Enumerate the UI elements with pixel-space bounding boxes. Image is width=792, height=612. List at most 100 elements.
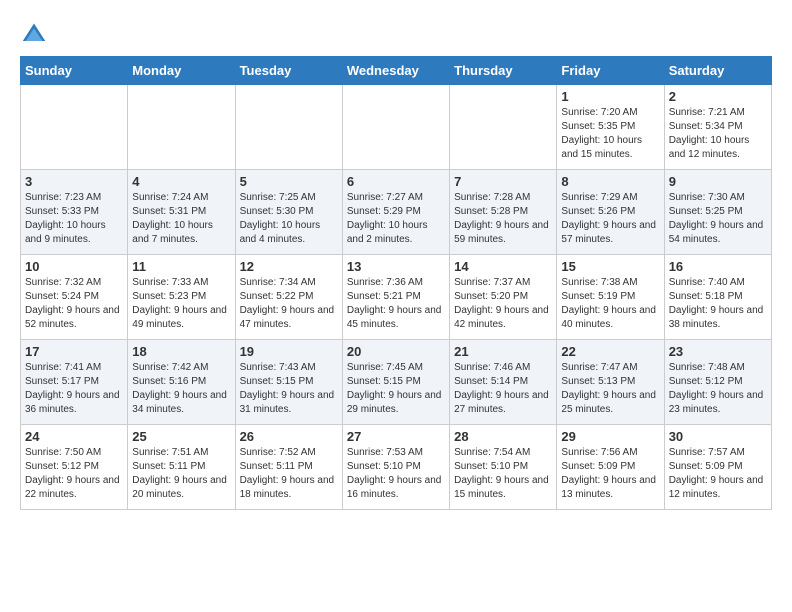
day-cell: 11 Sunrise: 7:33 AM Sunset: 5:23 PM Dayli… — [128, 255, 235, 340]
day-cell: 26 Sunrise: 7:52 AM Sunset: 5:11 PM Dayli… — [235, 425, 342, 510]
day-info: Sunrise: 7:33 AM Sunset: 5:23 PM Dayligh… — [132, 276, 230, 332]
day-cell — [21, 85, 128, 170]
day-info: Sunrise: 7:23 AM Sunset: 5:33 PM Dayligh… — [25, 191, 123, 247]
page: SundayMondayTuesdayWednesdayThursdayFrid… — [0, 0, 792, 520]
day-info: Sunrise: 7:29 AM Sunset: 5:26 PM Dayligh… — [561, 191, 659, 247]
weekday-header-monday: Monday — [128, 57, 235, 85]
day-number: 30 — [669, 429, 767, 444]
day-number: 4 — [132, 174, 230, 189]
day-info: Sunrise: 7:53 AM Sunset: 5:10 PM Dayligh… — [347, 446, 445, 502]
day-info: Sunrise: 7:50 AM Sunset: 5:12 PM Dayligh… — [25, 446, 123, 502]
day-cell: 18 Sunrise: 7:42 AM Sunset: 5:16 PM Dayli… — [128, 340, 235, 425]
day-number: 7 — [454, 174, 552, 189]
weekday-header-friday: Friday — [557, 57, 664, 85]
logo-icon — [20, 20, 48, 48]
day-info: Sunrise: 7:46 AM Sunset: 5:14 PM Dayligh… — [454, 361, 552, 417]
day-number: 17 — [25, 344, 123, 359]
day-cell: 30 Sunrise: 7:57 AM Sunset: 5:09 PM Dayli… — [664, 425, 771, 510]
week-row-1: 1 Sunrise: 7:20 AM Sunset: 5:35 PM Daylig… — [21, 85, 772, 170]
week-row-2: 3Sunrise: 7:23 AM Sunset: 5:33 PM Daylig… — [21, 170, 772, 255]
calendar: SundayMondayTuesdayWednesdayThursdayFrid… — [20, 56, 772, 510]
day-number: 29 — [561, 429, 659, 444]
day-cell — [235, 85, 342, 170]
day-number: 26 — [240, 429, 338, 444]
weekday-row: SundayMondayTuesdayWednesdayThursdayFrid… — [21, 57, 772, 85]
day-number: 6 — [347, 174, 445, 189]
day-number: 18 — [132, 344, 230, 359]
day-number: 11 — [132, 259, 230, 274]
day-info: Sunrise: 7:24 AM Sunset: 5:31 PM Dayligh… — [132, 191, 230, 247]
day-number: 15 — [561, 259, 659, 274]
day-info: Sunrise: 7:21 AM Sunset: 5:34 PM Dayligh… — [669, 106, 767, 162]
day-info: Sunrise: 7:28 AM Sunset: 5:28 PM Dayligh… — [454, 191, 552, 247]
day-info: Sunrise: 7:45 AM Sunset: 5:15 PM Dayligh… — [347, 361, 445, 417]
week-row-3: 10 Sunrise: 7:32 AM Sunset: 5:24 PM Dayli… — [21, 255, 772, 340]
day-info: Sunrise: 7:51 AM Sunset: 5:11 PM Dayligh… — [132, 446, 230, 502]
day-number: 20 — [347, 344, 445, 359]
day-info: Sunrise: 7:43 AM Sunset: 5:15 PM Dayligh… — [240, 361, 338, 417]
day-cell: 21Sunrise: 7:46 AM Sunset: 5:14 PM Dayli… — [450, 340, 557, 425]
day-cell: 2 Sunrise: 7:21 AM Sunset: 5:34 PM Daylig… — [664, 85, 771, 170]
day-info: Sunrise: 7:40 AM Sunset: 5:18 PM Dayligh… — [669, 276, 767, 332]
header — [20, 20, 772, 48]
day-cell: 7 Sunrise: 7:28 AM Sunset: 5:28 PM Daylig… — [450, 170, 557, 255]
day-cell: 9 Sunrise: 7:30 AM Sunset: 5:25 PM Daylig… — [664, 170, 771, 255]
day-cell: 29Sunrise: 7:56 AM Sunset: 5:09 PM Dayli… — [557, 425, 664, 510]
day-info: Sunrise: 7:54 AM Sunset: 5:10 PM Dayligh… — [454, 446, 552, 502]
day-info: Sunrise: 7:30 AM Sunset: 5:25 PM Dayligh… — [669, 191, 767, 247]
day-number: 19 — [240, 344, 338, 359]
week-row-5: 24 Sunrise: 7:50 AM Sunset: 5:12 PM Dayli… — [21, 425, 772, 510]
day-info: Sunrise: 7:52 AM Sunset: 5:11 PM Dayligh… — [240, 446, 338, 502]
day-cell — [128, 85, 235, 170]
day-number: 5 — [240, 174, 338, 189]
day-cell: 3Sunrise: 7:23 AM Sunset: 5:33 PM Daylig… — [21, 170, 128, 255]
day-number: 10 — [25, 259, 123, 274]
day-info: Sunrise: 7:41 AM Sunset: 5:17 PM Dayligh… — [25, 361, 123, 417]
day-info: Sunrise: 7:38 AM Sunset: 5:19 PM Dayligh… — [561, 276, 659, 332]
day-cell: 5Sunrise: 7:25 AM Sunset: 5:30 PM Daylig… — [235, 170, 342, 255]
day-number: 13 — [347, 259, 445, 274]
day-cell: 4 Sunrise: 7:24 AM Sunset: 5:31 PM Daylig… — [128, 170, 235, 255]
day-info: Sunrise: 7:20 AM Sunset: 5:35 PM Dayligh… — [561, 106, 659, 162]
calendar-header: SundayMondayTuesdayWednesdayThursdayFrid… — [21, 57, 772, 85]
day-cell: 8 Sunrise: 7:29 AM Sunset: 5:26 PM Daylig… — [557, 170, 664, 255]
day-cell: 19 Sunrise: 7:43 AM Sunset: 5:15 PM Dayli… — [235, 340, 342, 425]
weekday-header-saturday: Saturday — [664, 57, 771, 85]
weekday-header-thursday: Thursday — [450, 57, 557, 85]
day-cell: 13Sunrise: 7:36 AM Sunset: 5:21 PM Dayli… — [342, 255, 449, 340]
day-number: 2 — [669, 89, 767, 104]
day-number: 27 — [347, 429, 445, 444]
day-cell: 15 Sunrise: 7:38 AM Sunset: 5:19 PM Dayli… — [557, 255, 664, 340]
day-cell: 14Sunrise: 7:37 AM Sunset: 5:20 PM Dayli… — [450, 255, 557, 340]
calendar-body: 1 Sunrise: 7:20 AM Sunset: 5:35 PM Daylig… — [21, 85, 772, 510]
day-cell: 20 Sunrise: 7:45 AM Sunset: 5:15 PM Dayli… — [342, 340, 449, 425]
day-cell: 10 Sunrise: 7:32 AM Sunset: 5:24 PM Dayli… — [21, 255, 128, 340]
day-number: 24 — [25, 429, 123, 444]
day-number: 28 — [454, 429, 552, 444]
day-cell: 12Sunrise: 7:34 AM Sunset: 5:22 PM Dayli… — [235, 255, 342, 340]
day-number: 9 — [669, 174, 767, 189]
day-info: Sunrise: 7:32 AM Sunset: 5:24 PM Dayligh… — [25, 276, 123, 332]
week-row-4: 17 Sunrise: 7:41 AM Sunset: 5:17 PM Dayli… — [21, 340, 772, 425]
weekday-header-sunday: Sunday — [21, 57, 128, 85]
day-number: 25 — [132, 429, 230, 444]
day-cell: 16 Sunrise: 7:40 AM Sunset: 5:18 PM Dayli… — [664, 255, 771, 340]
day-number: 22 — [561, 344, 659, 359]
day-cell: 17 Sunrise: 7:41 AM Sunset: 5:17 PM Dayli… — [21, 340, 128, 425]
day-info: Sunrise: 7:42 AM Sunset: 5:16 PM Dayligh… — [132, 361, 230, 417]
day-cell: 6Sunrise: 7:27 AM Sunset: 5:29 PM Daylig… — [342, 170, 449, 255]
day-cell: 22 Sunrise: 7:47 AM Sunset: 5:13 PM Dayli… — [557, 340, 664, 425]
day-number: 16 — [669, 259, 767, 274]
day-cell: 23 Sunrise: 7:48 AM Sunset: 5:12 PM Dayli… — [664, 340, 771, 425]
day-info: Sunrise: 7:47 AM Sunset: 5:13 PM Dayligh… — [561, 361, 659, 417]
day-info: Sunrise: 7:34 AM Sunset: 5:22 PM Dayligh… — [240, 276, 338, 332]
day-number: 1 — [561, 89, 659, 104]
day-cell — [450, 85, 557, 170]
day-cell: 25 Sunrise: 7:51 AM Sunset: 5:11 PM Dayli… — [128, 425, 235, 510]
day-number: 8 — [561, 174, 659, 189]
day-number: 23 — [669, 344, 767, 359]
day-info: Sunrise: 7:57 AM Sunset: 5:09 PM Dayligh… — [669, 446, 767, 502]
day-number: 14 — [454, 259, 552, 274]
day-cell: 1 Sunrise: 7:20 AM Sunset: 5:35 PM Daylig… — [557, 85, 664, 170]
day-info: Sunrise: 7:48 AM Sunset: 5:12 PM Dayligh… — [669, 361, 767, 417]
